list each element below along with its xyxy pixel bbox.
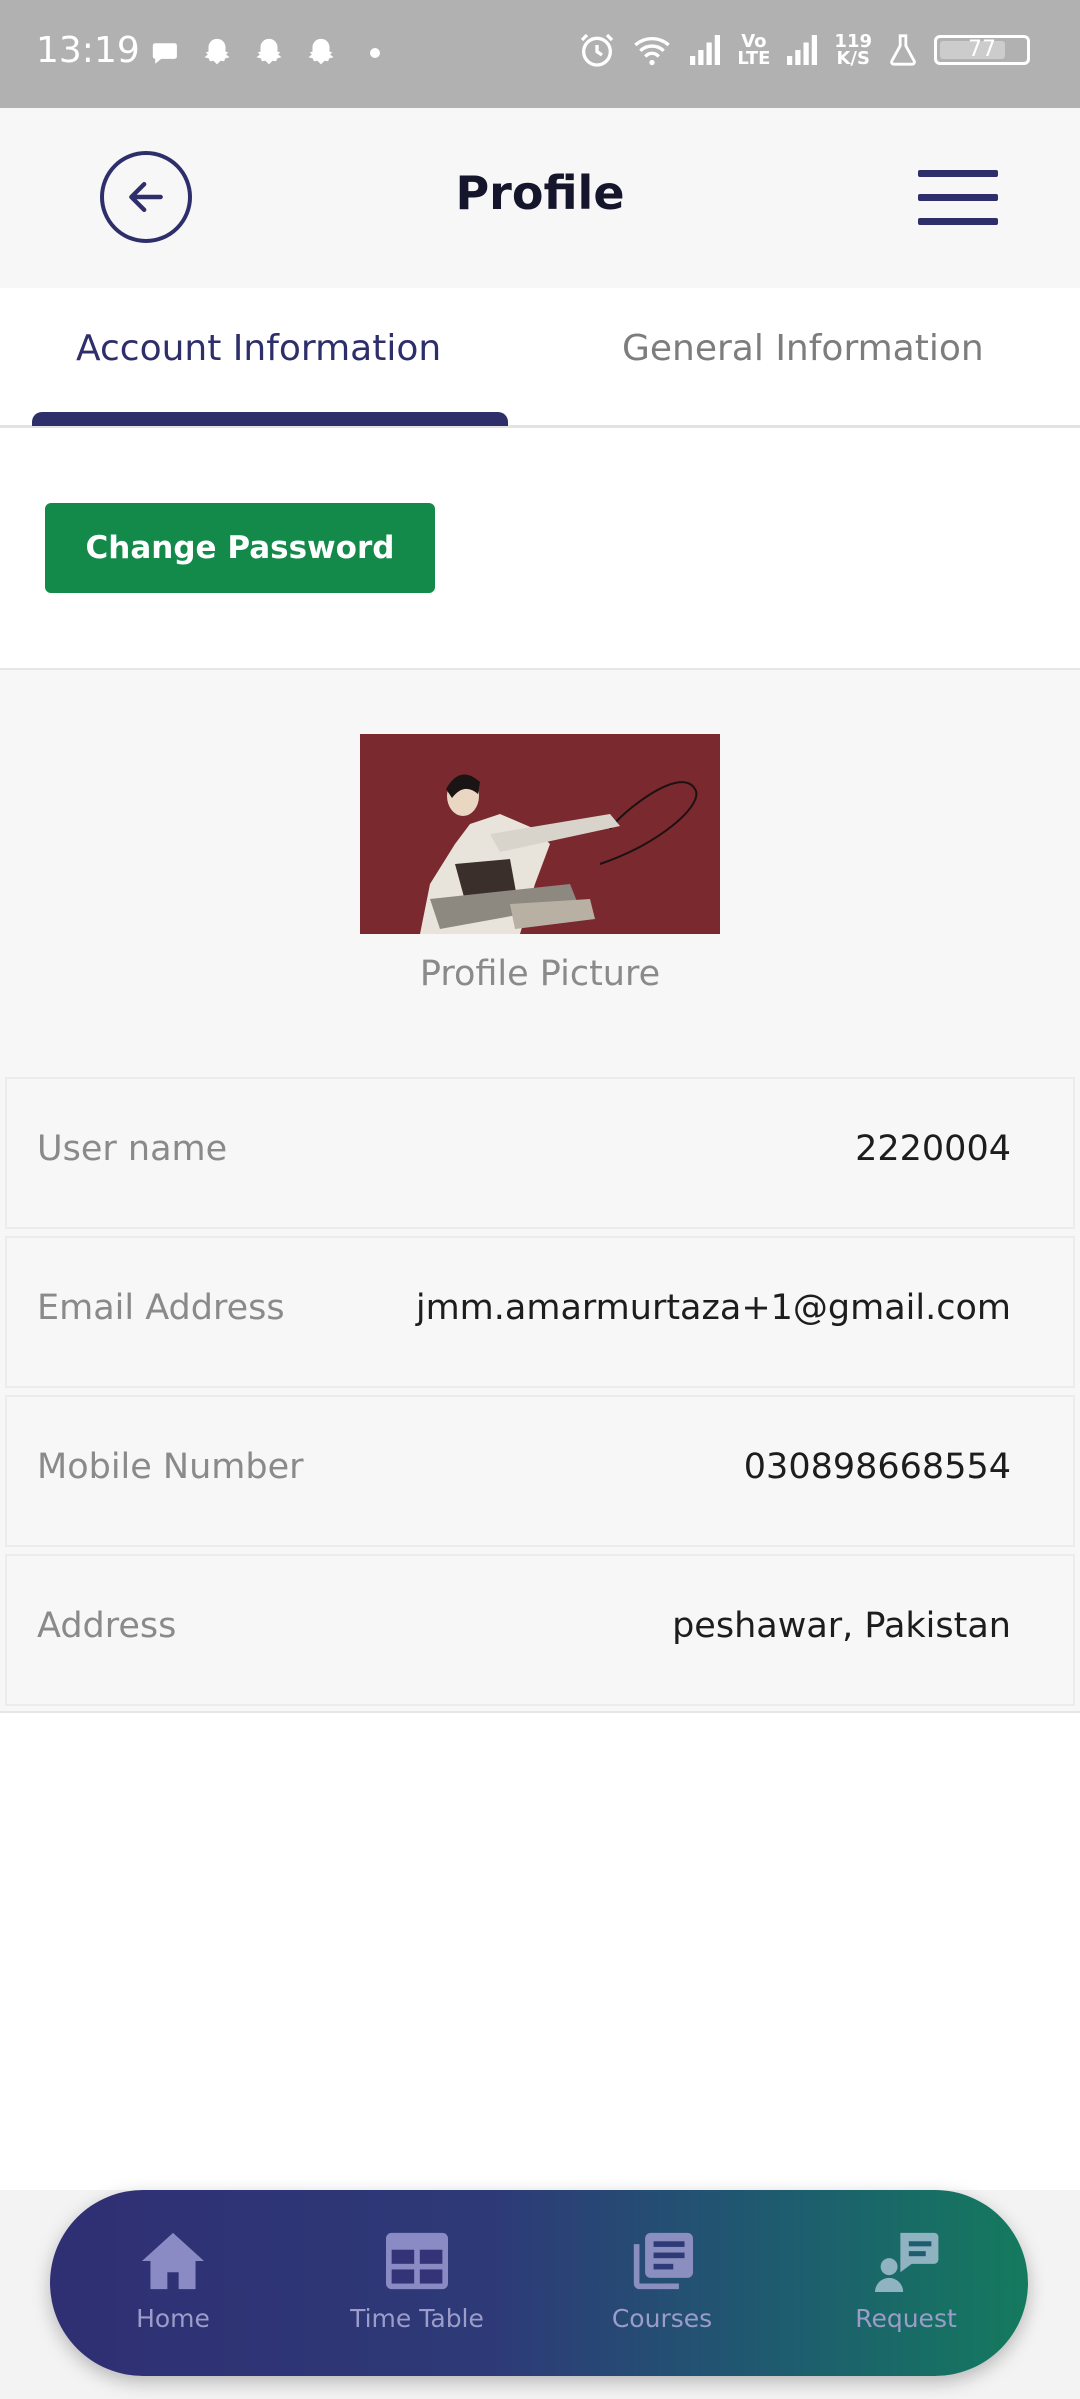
more-notifications-dot bbox=[370, 48, 380, 58]
battery-indicator: 77 bbox=[934, 35, 1030, 65]
profile-image bbox=[360, 734, 720, 934]
nav-item-time-table[interactable]: Time Table bbox=[337, 2230, 497, 2333]
field-row-email: Email Address jmm.amarmurtaza+1@gmail.co… bbox=[5, 1236, 1075, 1388]
field-value: 2220004 bbox=[855, 1129, 1011, 1169]
signal-icon bbox=[690, 35, 721, 65]
profile-picture-caption: Profile Picture bbox=[419, 954, 661, 994]
nav-label: Time Table bbox=[350, 2304, 484, 2333]
menu-line bbox=[918, 194, 998, 201]
field-value: 030898668554 bbox=[743, 1447, 1011, 1487]
status-time: 13:19 bbox=[36, 30, 140, 71]
field-label: Email Address bbox=[37, 1288, 285, 1328]
home-icon bbox=[142, 2232, 204, 2290]
system-icons: Vo LTE 119 K/S 77 bbox=[577, 30, 1030, 70]
field-label: Address bbox=[37, 1606, 177, 1646]
nav-item-courses[interactable]: Courses bbox=[582, 2230, 742, 2333]
tab-general-information[interactable]: General Information bbox=[622, 328, 984, 369]
app-header: Profile bbox=[0, 108, 1080, 288]
nav-item-request[interactable]: Request bbox=[826, 2230, 986, 2333]
active-tab-indicator bbox=[32, 412, 508, 426]
field-row-address: Address peshawar, Pakistan bbox=[5, 1554, 1075, 1706]
battery-level: 77 bbox=[968, 37, 996, 62]
wifi-icon bbox=[634, 37, 671, 66]
network-speed-unit: K/S bbox=[836, 48, 870, 69]
field-label: User name bbox=[37, 1129, 228, 1169]
nav-item-home[interactable]: Home bbox=[93, 2230, 253, 2333]
flask-icon bbox=[890, 34, 916, 66]
alarm-icon bbox=[581, 33, 614, 67]
notification-icons bbox=[148, 36, 380, 70]
change-password-button[interactable]: Change Password bbox=[45, 503, 435, 593]
profile-picture[interactable] bbox=[360, 734, 720, 934]
field-label: Mobile Number bbox=[37, 1447, 304, 1487]
field-value: jmm.amarmurtaza+1@gmail.com bbox=[415, 1288, 1011, 1328]
status-bar: 13:19 Vo LTE 119 K/S 77 bbox=[0, 0, 1080, 108]
nav-label: Courses bbox=[611, 2304, 713, 2333]
field-value: peshawar, Pakistan bbox=[672, 1606, 1011, 1646]
snapchat-icon bbox=[308, 38, 334, 65]
profile-card: Profile Picture User name 2220004 Email … bbox=[0, 668, 1080, 1713]
menu-line bbox=[918, 218, 998, 225]
field-row-username: User name 2220004 bbox=[5, 1077, 1075, 1229]
snapchat-icon bbox=[204, 38, 230, 65]
message-icon bbox=[152, 43, 177, 64]
network-speed: 119 K/S bbox=[834, 33, 872, 69]
profile-tabs: Account Information General Information bbox=[0, 288, 1080, 428]
hamburger-menu-button[interactable] bbox=[918, 170, 998, 226]
tab-account-information[interactable]: Account Information bbox=[76, 328, 441, 369]
nav-label: Request bbox=[855, 2304, 957, 2333]
volte-bottom: LTE bbox=[737, 48, 771, 69]
snapchat-icon bbox=[256, 38, 282, 65]
nav-label: Home bbox=[136, 2304, 210, 2333]
bottom-navigation: Home Time Table Courses Request bbox=[50, 2190, 1028, 2376]
volte-indicator: Vo LTE bbox=[737, 33, 771, 69]
menu-line bbox=[918, 170, 998, 177]
request-icon bbox=[875, 2232, 939, 2292]
table-icon bbox=[386, 2232, 448, 2290]
field-row-mobile: Mobile Number 030898668554 bbox=[5, 1395, 1075, 1547]
signal-icon-2 bbox=[787, 35, 818, 65]
courses-icon bbox=[633, 2232, 693, 2290]
